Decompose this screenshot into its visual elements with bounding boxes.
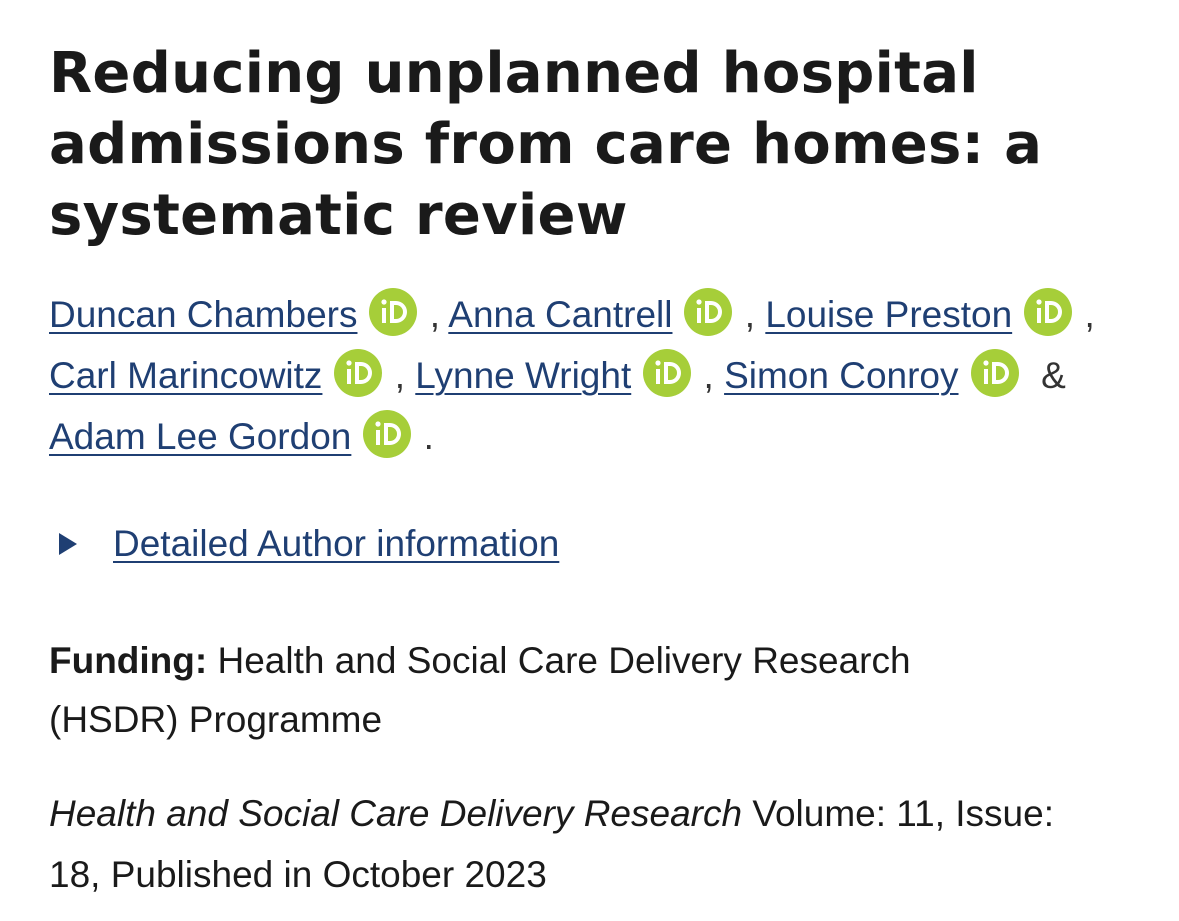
orcid-icon[interactable] xyxy=(684,288,733,336)
author-item: Carl Marincowitz xyxy=(49,349,384,397)
author-link-anna-cantrell[interactable]: Anna Cantrell xyxy=(448,294,672,335)
separator-comma: , xyxy=(744,294,756,335)
page-title: Reducing unplanned hospital admissions f… xyxy=(49,41,1043,248)
author-link-simon-conroy[interactable]: Simon Conroy xyxy=(724,355,958,396)
journal-name: Health and Social Care Delivery Research xyxy=(49,793,743,834)
author-item: Anna Cantrell xyxy=(448,288,734,336)
orcid-icon[interactable] xyxy=(643,349,692,397)
separator-period: . xyxy=(423,416,434,457)
author-link-louise-preston[interactable]: Louise Preston xyxy=(765,294,1012,335)
separator-comma: , xyxy=(429,294,441,335)
author-link-carl-marincowitz[interactable]: Carl Marincowitz xyxy=(49,355,322,396)
article-header: Reducing unplanned hospital admissions f… xyxy=(49,38,1149,905)
author-item: Adam Lee Gordon xyxy=(49,410,413,458)
author-list: Duncan Chambers , Anna Cantrell , Louise… xyxy=(49,284,1144,467)
orcid-icon[interactable] xyxy=(369,288,418,336)
author-link-lynne-wright[interactable]: Lynne Wright xyxy=(415,355,631,396)
orcid-icon[interactable] xyxy=(334,349,383,397)
orcid-icon[interactable] xyxy=(970,349,1019,397)
author-item: Duncan Chambers xyxy=(49,288,419,336)
funding-info: Funding: Health and Social Care Delivery… xyxy=(49,631,1049,749)
author-link-adam-lee-gordon[interactable]: Adam Lee Gordon xyxy=(49,416,351,457)
separator-comma: , xyxy=(1084,294,1095,335)
author-details-toggle[interactable]: Detailed Author information xyxy=(49,519,1149,569)
detailed-author-information-link[interactable]: Detailed Author information xyxy=(113,519,559,569)
separator-comma: , xyxy=(394,355,405,396)
orcid-icon[interactable] xyxy=(1024,288,1073,336)
journal-info: Health and Social Care Delivery Research… xyxy=(49,783,1069,905)
separator-comma: , xyxy=(703,355,714,396)
funding-label: Funding: xyxy=(49,640,208,681)
separator-ampersand: & xyxy=(1041,355,1066,396)
disclosure-triangle-icon[interactable] xyxy=(59,533,77,555)
author-item: Louise Preston xyxy=(765,288,1074,336)
author-item: Lynne Wright xyxy=(415,349,693,397)
orcid-icon[interactable] xyxy=(363,410,412,458)
author-link-duncan-chambers[interactable]: Duncan Chambers xyxy=(49,294,357,335)
